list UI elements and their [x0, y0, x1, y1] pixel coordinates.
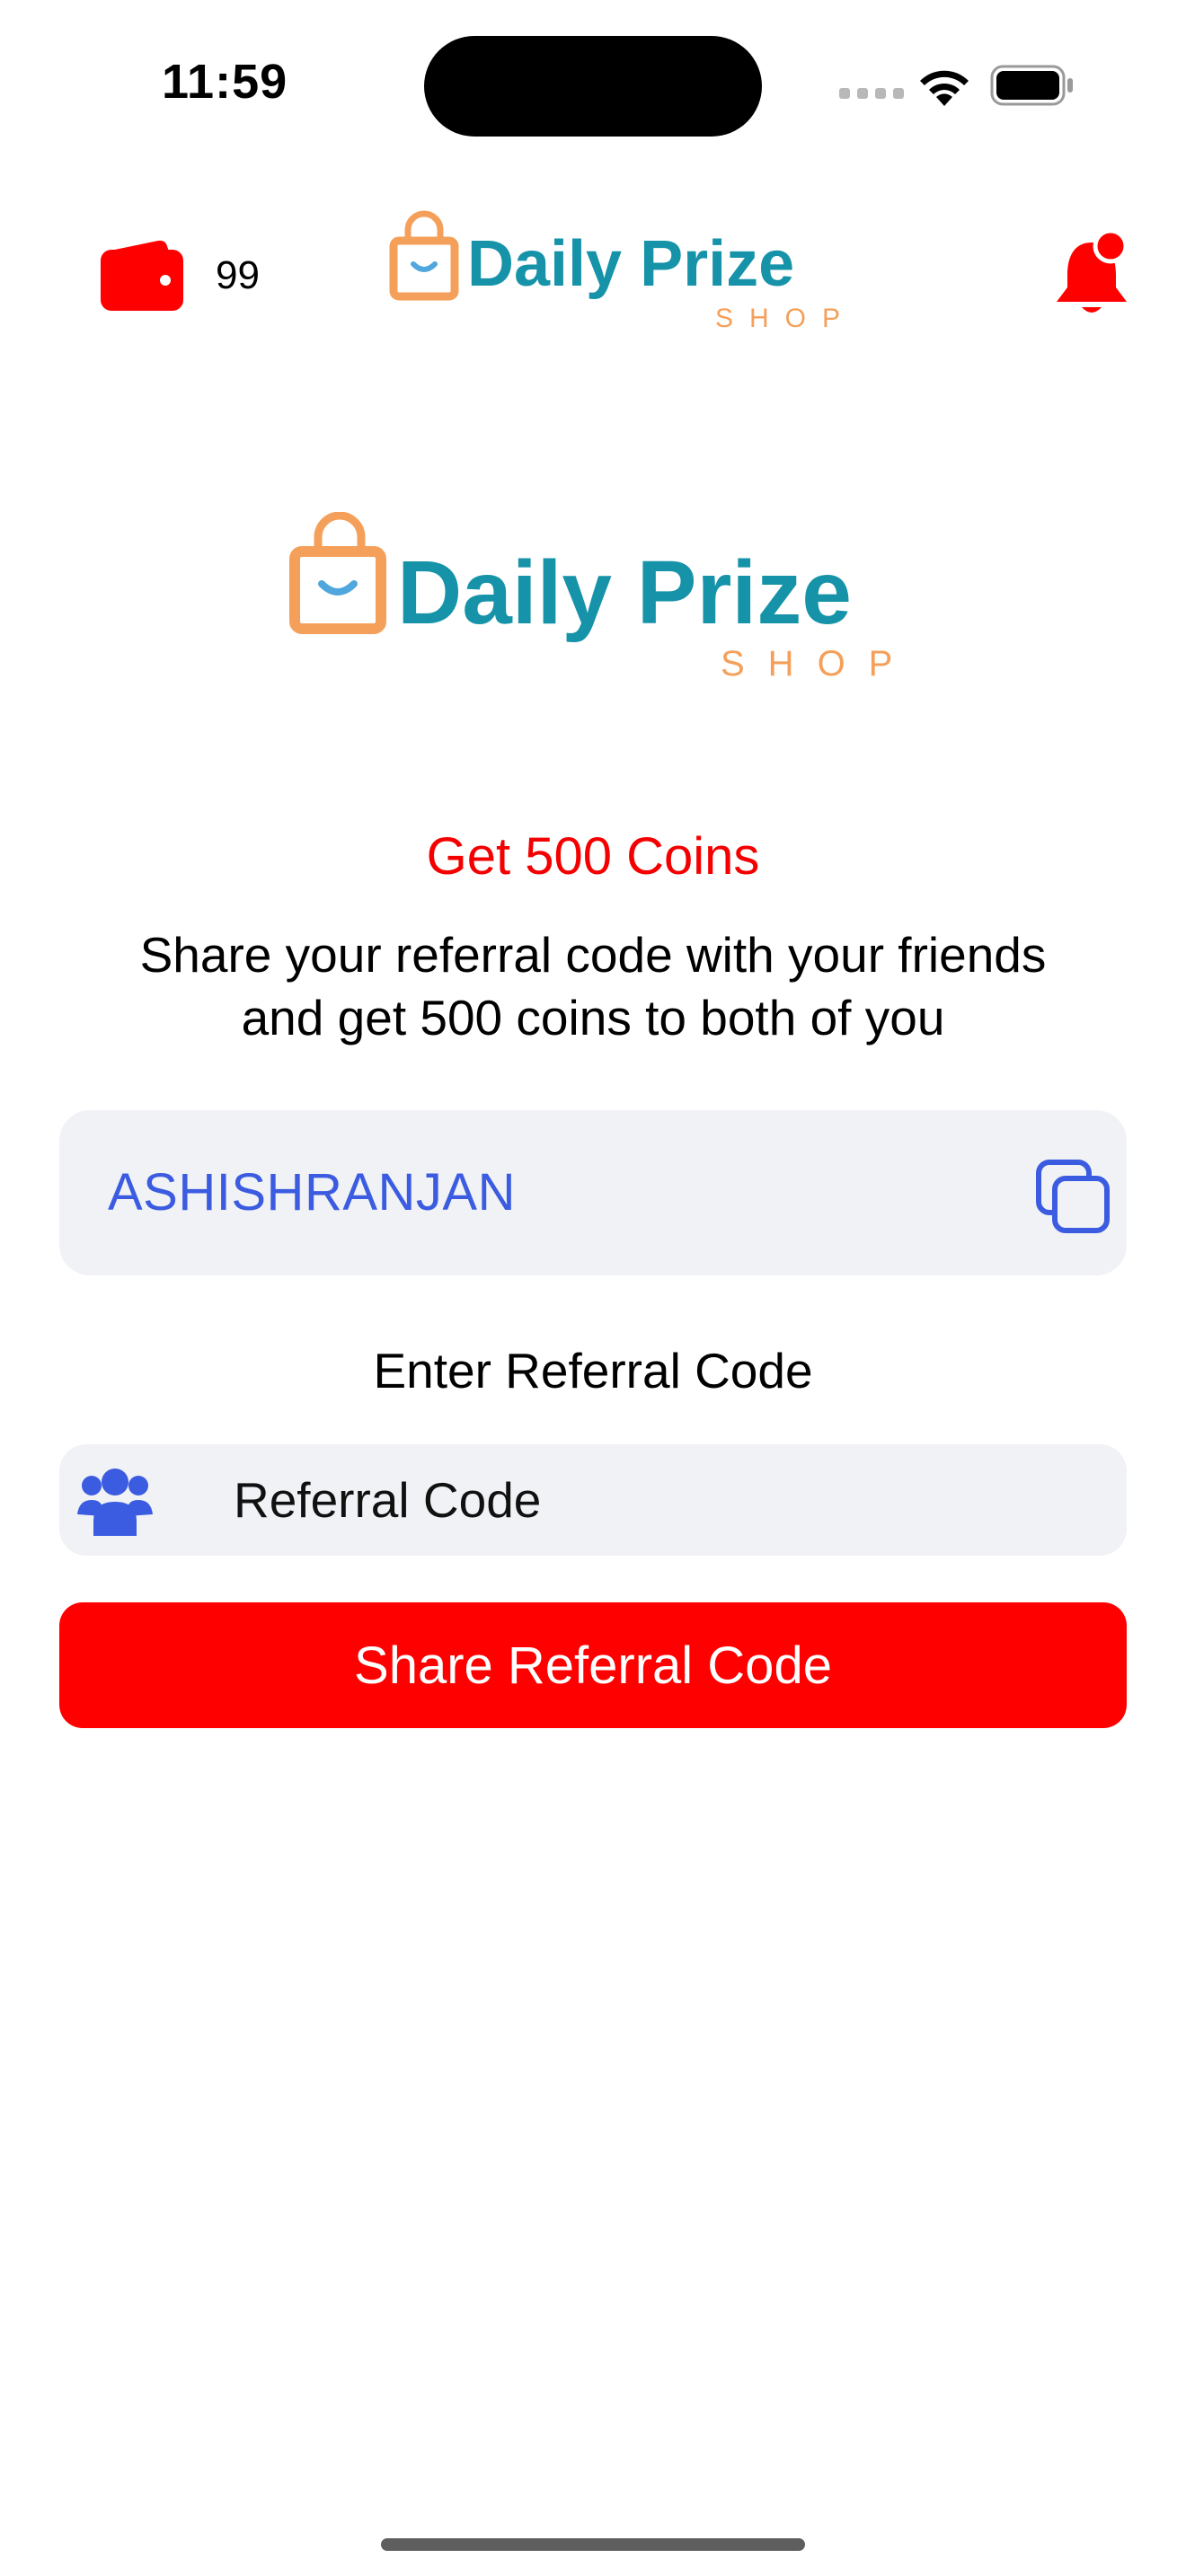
promo-description: Share your referral code with your frien… [0, 923, 1186, 1049]
home-indicator[interactable] [381, 2538, 805, 2551]
notification-bell-icon[interactable] [1053, 230, 1130, 320]
users-group-icon [77, 1469, 153, 1536]
my-referral-code: ASHISHRANJAN [108, 1163, 516, 1222]
referral-code-input[interactable] [234, 1466, 1096, 1534]
wallet-icon[interactable] [101, 237, 183, 311]
hero-logo-sub: SHOP [721, 644, 900, 679]
promo-title: Get 500 Coins [426, 827, 760, 886]
wifi-icon [920, 70, 969, 106]
copy-icon[interactable] [1035, 1159, 1111, 1234]
promo-description-line: Share your referral code with your frien… [139, 927, 1047, 983]
enter-referral-label: Enter Referral Code [373, 1343, 813, 1398]
promo-description-line: and get 500 coins to both of you [241, 990, 945, 1045]
cellular-signal-icon [839, 88, 904, 102]
header-logo-brand: Daily Prize [467, 228, 794, 300]
coin-balance: 99 [216, 253, 260, 297]
dynamic-island [424, 36, 762, 137]
hero-logo-brand: Daily Prize [397, 543, 852, 643]
header-logo: Daily Prize SHOP [389, 210, 854, 332]
battery-icon [990, 65, 1073, 106]
share-referral-code-button[interactable]: Share Referral Code [59, 1602, 1127, 1728]
hero-logo: Daily Prize SHOP [289, 512, 900, 679]
my-referral-code-card: ASHISHRANJAN [59, 1110, 1127, 1275]
referral-code-field[interactable] [59, 1444, 1127, 1556]
header-logo-sub: SHOP [715, 304, 854, 332]
share-referral-code-label: Share Referral Code [354, 1636, 832, 1695]
status-time: 11:59 [162, 55, 288, 109]
